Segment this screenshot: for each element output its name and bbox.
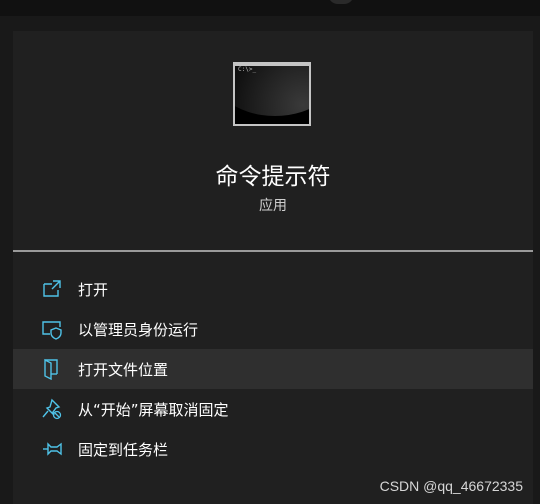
open-file-location-icon <box>41 358 63 381</box>
divider <box>13 250 533 252</box>
app-type-label: 应用 <box>259 198 287 214</box>
top-bar-nub <box>328 0 354 4</box>
app-title: 命令提示符 <box>215 164 331 190</box>
menu-item-label: 打开文件位置 <box>78 360 169 379</box>
run-as-admin-icon <box>41 318 63 340</box>
command-prompt-icon: C:\>_ <box>233 62 311 126</box>
open-icon <box>41 278 63 300</box>
menu-item-label: 打开 <box>78 280 109 299</box>
menu-item-pin-to-taskbar[interactable]: 固定到任务栏 <box>13 429 533 469</box>
pin-to-taskbar-icon <box>41 438 63 460</box>
menu-item-unpin-from-start[interactable]: 从“开始”屏幕取消固定 <box>13 389 533 429</box>
context-menu: 打开 以管理员身份运行 打开文件位置 从“开始”屏幕取消固定 固定到任务栏 <box>13 269 533 469</box>
app-detail-panel: C:\>_ 命令提示符 应用 打开 以管理员身份运行 打开文件位置 从“开始”屏… <box>13 31 533 504</box>
menu-item-label: 以管理员身份运行 <box>78 320 199 339</box>
menu-item-open-file-location[interactable]: 打开文件位置 <box>13 349 533 389</box>
watermark-text: CSDN @qq_46672335 <box>379 478 523 494</box>
menu-item-run-as-admin[interactable]: 以管理员身份运行 <box>13 309 533 349</box>
menu-item-label: 从“开始”屏幕取消固定 <box>78 400 229 419</box>
menu-item-open[interactable]: 打开 <box>13 269 533 309</box>
unpin-from-start-icon <box>41 398 63 420</box>
menu-item-label: 固定到任务栏 <box>78 440 169 459</box>
icon-prompt-text: C:\>_ <box>238 66 257 73</box>
top-bar <box>0 0 540 16</box>
